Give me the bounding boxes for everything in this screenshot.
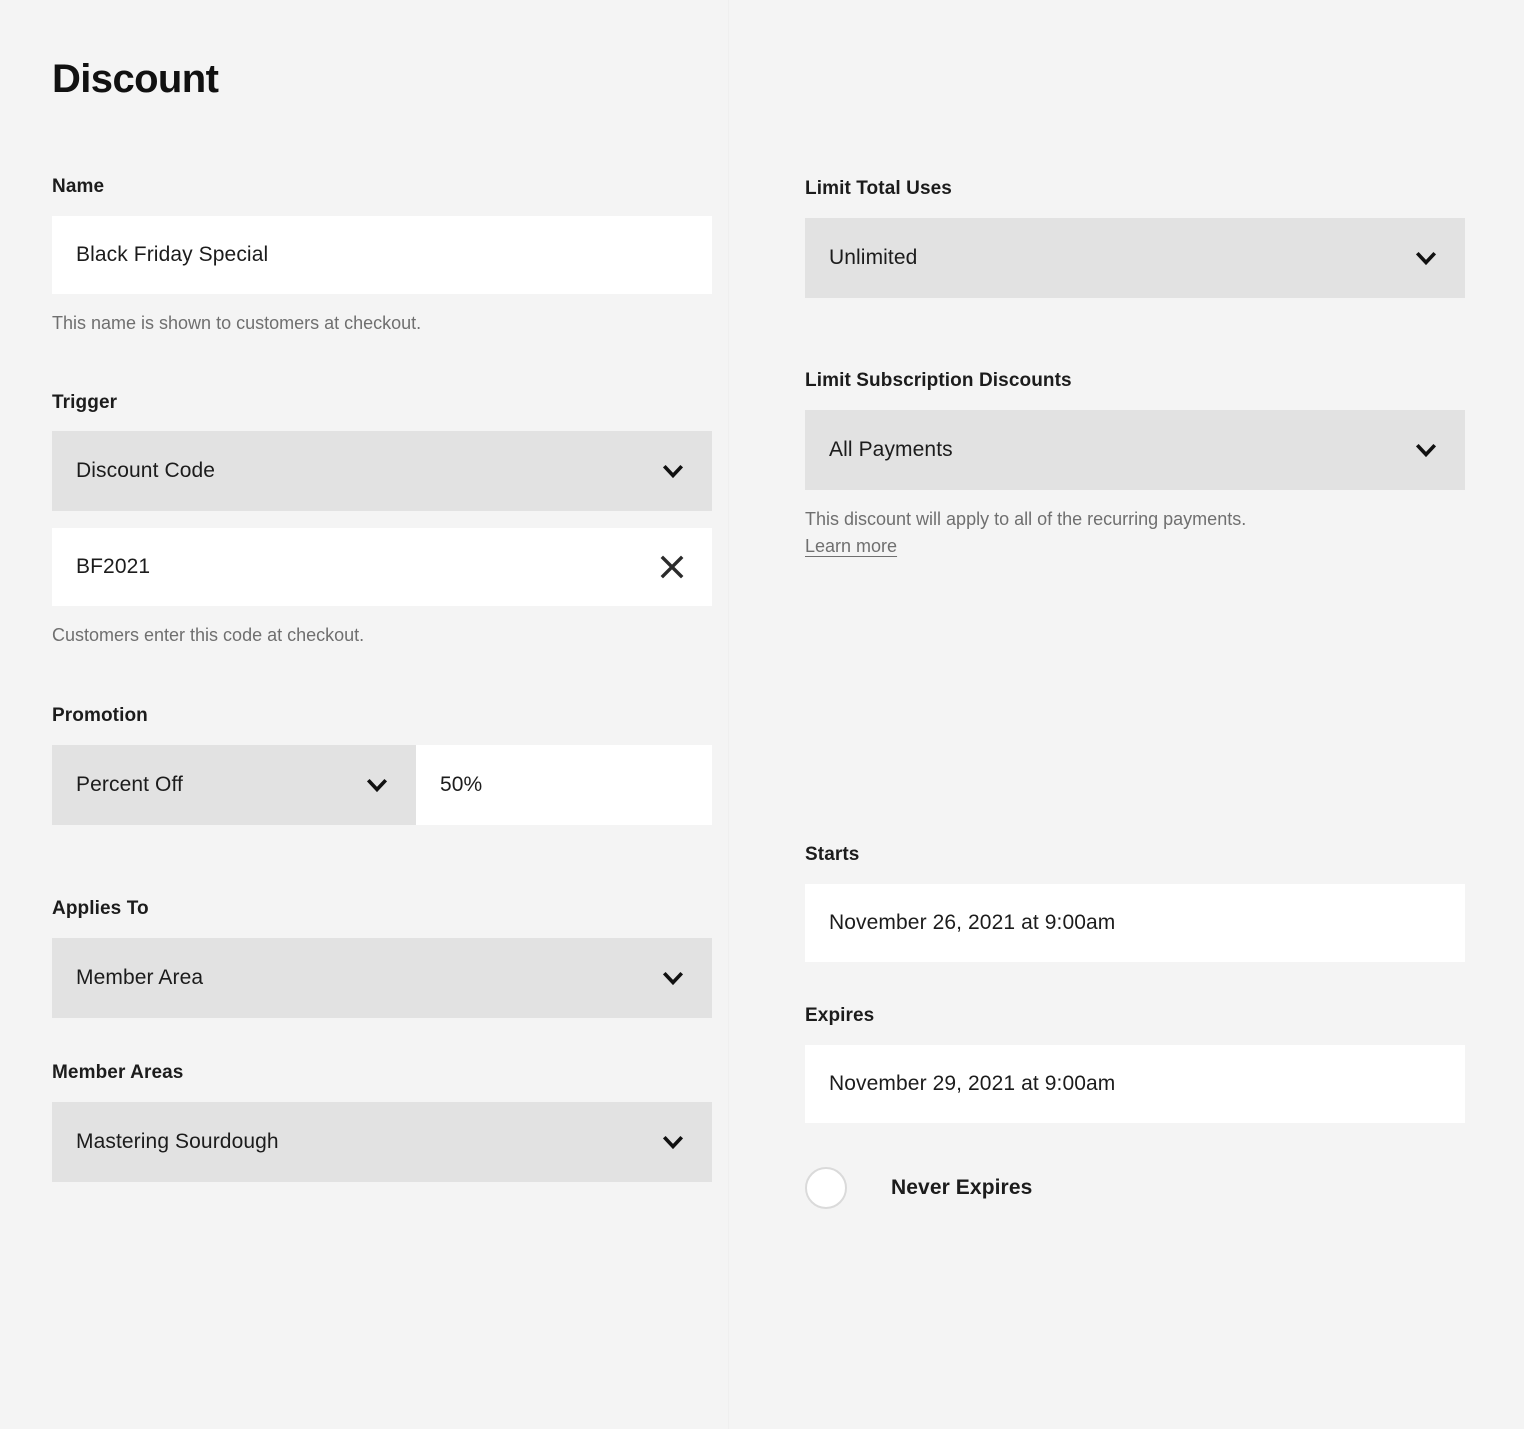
- applies-to-select[interactable]: Member Area: [52, 937, 712, 1018]
- member-areas-field-group: Member Areas Mastering Sourdough: [52, 1062, 712, 1182]
- promotion-field-group: Promotion Percent Off 50%: [52, 705, 712, 826]
- limit-total-uses-value: Unlimited: [829, 245, 918, 269]
- member-areas-value: Mastering Sourdough: [76, 1129, 279, 1153]
- limit-total-uses-label: Limit Total Uses: [805, 178, 952, 199]
- chevron-down-icon: [660, 1129, 686, 1155]
- trigger-select-value: Discount Code: [76, 459, 216, 483]
- limit-subscription-helper-text: This discount will apply to all of the r…: [805, 506, 1275, 562]
- expires-field-group: Expires November 29, 2021 at 9:00am Neve…: [805, 1005, 1465, 1209]
- radio-button-icon[interactable]: [805, 1166, 847, 1209]
- chevron-down-icon: [660, 965, 686, 991]
- chevron-down-icon: [1413, 245, 1439, 271]
- column-divider: [728, 0, 729, 1429]
- name-input[interactable]: Black Friday Special: [52, 215, 712, 294]
- never-expires-label: Never Expires: [891, 1175, 1033, 1199]
- starts-date-value: November 26, 2021 at 9:00am: [829, 911, 1116, 935]
- limit-total-uses-field-group: Limit Total Uses Unlimited: [805, 178, 1465, 298]
- right-column: Limit Total Uses Unlimited Limit Subscri…: [805, 178, 1465, 1209]
- chevron-down-icon: [660, 458, 686, 484]
- promotion-amount-value: 50%: [440, 773, 483, 797]
- name-input-value: Black Friday Special: [76, 242, 269, 266]
- left-column: Name Black Friday Special This name is s…: [52, 176, 712, 1182]
- close-icon[interactable]: [658, 553, 686, 581]
- expires-label: Expires: [805, 1005, 875, 1027]
- chevron-down-icon: [1413, 437, 1439, 463]
- starts-field-group: Starts November 26, 2021 at 9:00am: [805, 844, 1465, 963]
- learn-more-link[interactable]: Learn more: [805, 536, 897, 556]
- starts-date-input[interactable]: November 26, 2021 at 9:00am: [805, 884, 1465, 963]
- limit-subscription-helper-sentence: This discount will apply to all of the r…: [805, 508, 1247, 529]
- discount-code-input[interactable]: BF2021: [52, 528, 712, 607]
- promotion-amount-input[interactable]: 50%: [416, 745, 712, 826]
- limit-subscription-discounts-field-group: Limit Subscription Discounts All Payment…: [805, 370, 1465, 562]
- member-areas-select[interactable]: Mastering Sourdough: [52, 1101, 712, 1182]
- name-helper-text: This name is shown to customers at check…: [52, 312, 422, 333]
- applies-to-field-group: Applies To Member Area: [52, 898, 712, 1018]
- page-title: Discount: [52, 57, 219, 101]
- member-areas-label: Member Areas: [52, 1061, 184, 1083]
- promotion-row: Percent Off 50%: [52, 745, 712, 826]
- never-expires-row[interactable]: Never Expires: [805, 1166, 1465, 1209]
- discount-code-value: BF2021: [76, 555, 151, 579]
- applies-to-label: Applies To: [52, 898, 149, 920]
- applies-to-value: Member Area: [76, 965, 204, 989]
- chevron-down-icon: [364, 772, 390, 798]
- discount-settings-page: Discount Name Black Friday Special This …: [0, 0, 1524, 1429]
- name-field-group: Name Black Friday Special This name is s…: [52, 176, 712, 338]
- limit-total-uses-select[interactable]: Unlimited: [805, 217, 1465, 298]
- promotion-label: Promotion: [52, 705, 148, 727]
- starts-label: Starts: [805, 844, 860, 866]
- trigger-helper-text: Customers enter this code at checkout.: [52, 625, 365, 646]
- limit-subscription-discounts-value: All Payments: [829, 437, 953, 461]
- trigger-label: Trigger: [52, 391, 118, 413]
- expires-date-input[interactable]: November 29, 2021 at 9:00am: [805, 1044, 1465, 1123]
- promotion-type-select[interactable]: Percent Off: [52, 745, 416, 826]
- trigger-field-group: Trigger Discount Code BF2021 Customers e…: [52, 392, 712, 651]
- limit-subscription-discounts-label: Limit Subscription Discounts: [805, 369, 1072, 391]
- expires-date-value: November 29, 2021 at 9:00am: [829, 1071, 1116, 1095]
- name-label: Name: [52, 176, 105, 197]
- trigger-select[interactable]: Discount Code: [52, 431, 712, 512]
- limit-subscription-discounts-select[interactable]: All Payments: [805, 409, 1465, 490]
- promotion-type-value: Percent Off: [76, 773, 183, 797]
